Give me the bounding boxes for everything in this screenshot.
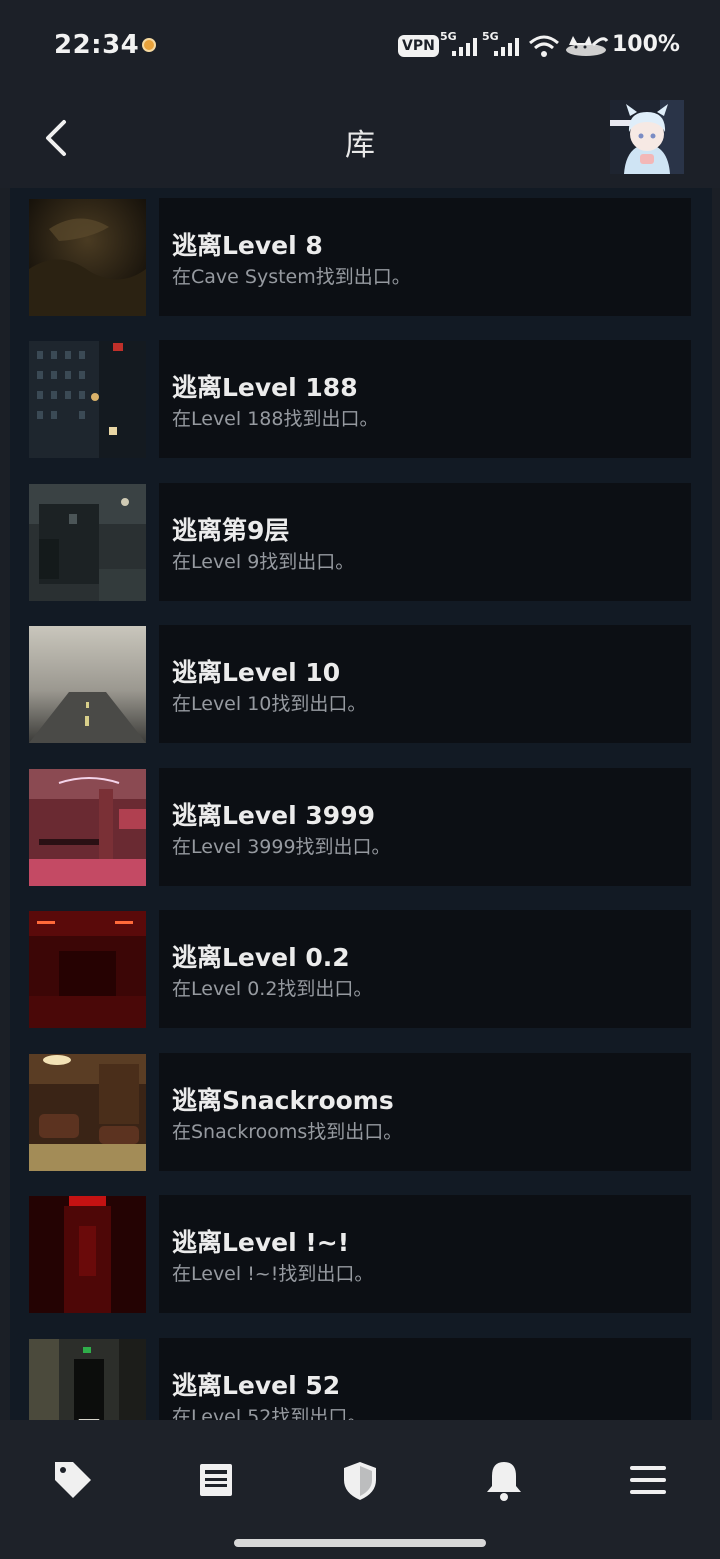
notification-icon	[142, 38, 156, 52]
tab-news[interactable]	[186, 1450, 246, 1510]
achievement-description: 在Level !~!找到出口。	[172, 1263, 374, 1285]
achievement-description: 在Snackrooms找到出口。	[172, 1121, 403, 1143]
tab-store[interactable]	[41, 1450, 101, 1510]
home-indicator[interactable]	[234, 1539, 486, 1547]
avatar[interactable]	[610, 100, 684, 174]
achievement-card: 逃离Level 8 在Cave System找到出口。	[159, 198, 691, 316]
shield-icon	[344, 1462, 376, 1500]
achievement-card: 逃离Snackrooms 在Snackrooms找到出口。	[159, 1053, 691, 1171]
achievement-card: 逃离Level 10 在Level 10找到出口。	[159, 625, 691, 743]
status-time: 22:34	[54, 30, 140, 60]
wifi-icon	[529, 35, 559, 57]
achievement-card: 逃离Level 188 在Level 188找到出口。	[159, 340, 691, 458]
menu-icon	[630, 1466, 666, 1494]
achievement-description: 在Level 52找到出口。	[172, 1406, 367, 1420]
list-item[interactable]: 逃离Snackrooms 在Snackrooms找到出口。	[29, 1053, 691, 1171]
achievement-card: 逃离Level 3999 在Level 3999找到出口。	[159, 768, 691, 886]
achievement-thumbnail	[29, 341, 146, 458]
tab-notifications[interactable]	[474, 1450, 534, 1510]
achievement-description: 在Level 188找到出口。	[172, 408, 379, 430]
achievement-thumbnail	[29, 1196, 146, 1313]
bell-icon	[487, 1462, 521, 1501]
achievement-title: 逃离Level 10	[172, 658, 341, 687]
achievement-list: 逃离Level 8 在Cave System找到出口。 逃离Level 188 …	[10, 188, 712, 1420]
achievement-thumbnail	[29, 1339, 146, 1420]
achievement-description: 在Cave System找到出口。	[172, 266, 411, 288]
achievement-card: 逃离第9层 在Level 9找到出口。	[159, 483, 691, 601]
achievement-thumbnail	[29, 484, 146, 601]
achievement-title: 逃离Level 188	[172, 373, 358, 402]
list-item[interactable]: 逃离Level 0.2 在Level 0.2找到出口。	[29, 910, 691, 1028]
achievement-description: 在Level 9找到出口。	[172, 551, 355, 573]
achievement-description: 在Level 10找到出口。	[172, 693, 367, 715]
signal-icon: 5G	[482, 30, 522, 58]
list-item[interactable]: 逃离Level 8 在Cave System找到出口。	[29, 198, 691, 316]
achievement-title: 逃离Level 52	[172, 1371, 341, 1400]
achievement-thumbnail	[29, 199, 146, 316]
tag-icon	[55, 1462, 91, 1498]
tab-menu[interactable]	[618, 1450, 678, 1510]
achievement-thumbnail	[29, 1054, 146, 1171]
cat-icon	[566, 36, 609, 56]
achievement-title: 逃离Level 3999	[172, 801, 375, 830]
list-item[interactable]: 逃离第9层 在Level 9找到出口。	[29, 483, 691, 601]
achievement-thumbnail	[29, 626, 146, 743]
list-item[interactable]: 逃离Level 188 在Level 188找到出口。	[29, 340, 691, 458]
achievement-card: 逃离Level !~! 在Level !~!找到出口。	[159, 1195, 691, 1313]
status-bar: 22:34 VPN 5G 5G 100%	[0, 0, 720, 92]
vpn-badge: VPN	[398, 35, 439, 57]
tab-guard[interactable]	[330, 1450, 390, 1510]
achievement-title: 逃离Level 0.2	[172, 943, 350, 972]
achievement-card: 逃离Level 52 在Level 52找到出口。	[159, 1338, 691, 1420]
achievement-title: 逃离Snackrooms	[172, 1086, 394, 1115]
achievement-title: 逃离第9层	[172, 516, 290, 545]
achievement-thumbnail	[29, 911, 146, 1028]
achievement-description: 在Level 0.2找到出口。	[172, 978, 373, 1000]
achievement-title: 逃离Level 8	[172, 231, 323, 260]
list-item[interactable]: 逃离Level !~! 在Level !~!找到出口。	[29, 1195, 691, 1313]
battery-level: 100%	[612, 32, 680, 57]
achievement-description: 在Level 3999找到出口。	[172, 836, 391, 858]
achievement-title: 逃离Level !~!	[172, 1228, 350, 1257]
header: 库	[0, 92, 720, 188]
achievement-thumbnail	[29, 769, 146, 886]
signal-icon: 5G	[440, 30, 480, 58]
list-item[interactable]: 逃离Level 3999 在Level 3999找到出口。	[29, 768, 691, 886]
achievement-card: 逃离Level 0.2 在Level 0.2找到出口。	[159, 910, 691, 1028]
list-item[interactable]: 逃离Level 10 在Level 10找到出口。	[29, 625, 691, 743]
news-icon	[200, 1464, 232, 1496]
list-item[interactable]: 逃离Level 52 在Level 52找到出口。	[29, 1338, 691, 1420]
